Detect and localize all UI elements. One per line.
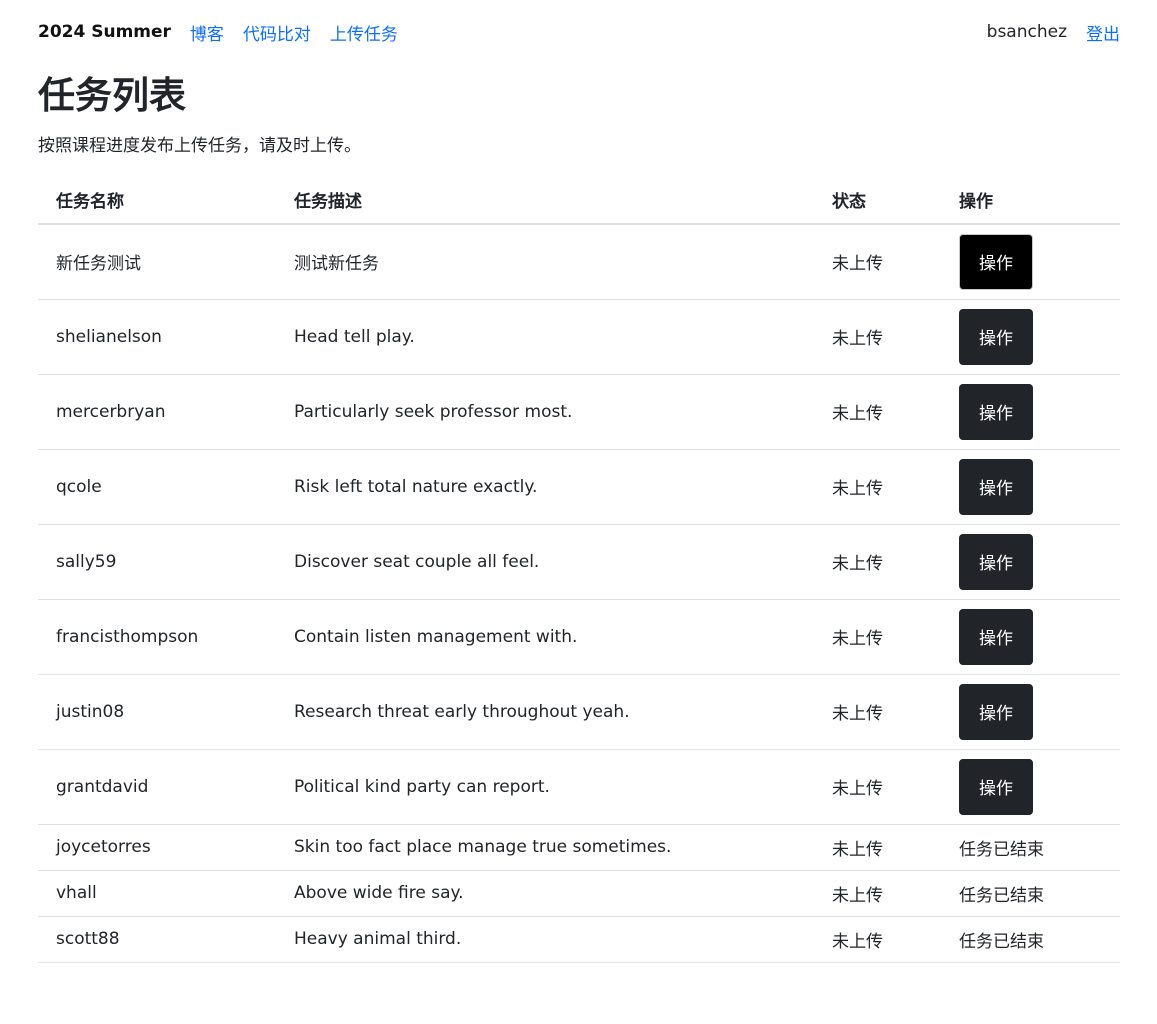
header-status: 状态 [814,176,941,225]
action-button[interactable]: 操作 [959,758,1033,815]
action-button[interactable]: 操作 [959,533,1033,590]
task-status: 未上传 [814,824,941,871]
task-status: 未上传 [814,224,941,300]
table-row: justin08 Research threat early throughou… [38,674,1120,750]
navbar-right: bsanchez 登出 [987,20,1120,45]
task-name: grantdavid [38,749,276,825]
table-row: francisthompson Contain listen managemen… [38,599,1120,675]
task-description: Research threat early throughout yeah. [276,674,814,750]
header-task-name: 任务名称 [38,176,276,225]
table-row: grantdavid Political kind party can repo… [38,749,1120,825]
task-status: 未上传 [814,374,941,450]
task-name: 新任务测试 [38,224,276,300]
task-ended-text: 任务已结束 [941,870,1120,917]
action-cell: 操作 [941,749,1120,825]
task-name: scott88 [38,916,276,963]
task-ended-text: 任务已结束 [941,824,1120,871]
nav-link-code-compare[interactable]: 代码比对 [243,20,311,45]
task-ended-text: 任务已结束 [941,916,1120,963]
task-status: 未上传 [814,674,941,750]
task-description: Skin too fact place manage true sometime… [276,824,814,871]
table-row: sally59 Discover seat couple all feel. 未… [38,524,1120,600]
task-name: vhall [38,870,276,917]
page-description: 按照课程进度发布上传任务，请及时上传。 [38,136,361,156]
task-status: 未上传 [814,449,941,525]
page-title: 任务列表 [38,74,186,117]
action-cell: 操作 [941,524,1120,600]
task-name: qcole [38,449,276,525]
table-header-row: 任务名称 任务描述 状态 操作 [38,176,1120,225]
nav-link-upload-task[interactable]: 上传任务 [330,20,398,45]
task-status: 未上传 [814,599,941,675]
header-task-description: 任务描述 [276,176,814,225]
action-cell: 操作 [941,674,1120,750]
brand[interactable]: 2024 Summer [38,22,171,42]
nav-link-blog[interactable]: 博客 [190,20,224,45]
username: bsanchez [986,22,1067,42]
task-name: shelianelson [38,299,276,375]
table-row: joycetorres Skin too fact place manage t… [38,824,1120,871]
task-description: Head tell play. [276,299,814,375]
task-name: justin08 [38,674,276,750]
action-cell: 操作 [941,599,1120,675]
table-row: qcole Risk left total nature exactly. 未上… [38,449,1120,525]
task-description: Contain listen management with. [276,599,814,675]
action-button[interactable]: 操作 [959,233,1033,290]
task-status: 未上传 [814,916,941,963]
table-row: vhall Above wide fire say. 未上传 任务已结束 [38,870,1120,917]
task-description: Above wide fire say. [276,870,814,917]
task-status: 未上传 [814,749,941,825]
task-name: joycetorres [38,824,276,871]
task-status: 未上传 [814,299,941,375]
navbar: 2024 Summer 博客 代码比对 上传任务 bsanchez 登出 [38,16,1120,48]
action-cell: 操作 [941,224,1120,300]
task-description: Particularly seek professor most. [276,374,814,450]
task-description: Political kind party can report. [276,749,814,825]
action-button[interactable]: 操作 [959,458,1033,515]
action-button[interactable]: 操作 [959,608,1033,665]
table-row: shelianelson Head tell play. 未上传 操作 [38,299,1120,375]
table-row: 新任务测试 测试新任务 未上传 操作 [38,224,1120,300]
task-description: Discover seat couple all feel. [276,524,814,600]
task-name: francisthompson [38,599,276,675]
table-row: scott88 Heavy animal third. 未上传 任务已结束 [38,916,1120,963]
action-cell: 操作 [941,299,1120,375]
task-status: 未上传 [814,524,941,600]
header-action: 操作 [941,176,1120,225]
action-button[interactable]: 操作 [959,308,1033,365]
task-name: mercerbryan [38,374,276,450]
action-button[interactable]: 操作 [959,383,1033,440]
table-row: mercerbryan Particularly seek professor … [38,374,1120,450]
logout-link[interactable]: 登出 [1086,20,1120,45]
task-description: Risk left total nature exactly. [276,449,814,525]
action-cell: 操作 [941,449,1120,525]
task-table: 任务名称 任务描述 状态 操作 新任务测试 测试新任务 未上传 操作 sheli… [38,176,1120,963]
task-status: 未上传 [814,870,941,917]
navbar-left: 2024 Summer 博客 代码比对 上传任务 [38,20,417,45]
action-button[interactable]: 操作 [959,683,1033,740]
task-description: 测试新任务 [276,224,814,300]
task-name: sally59 [38,524,276,600]
action-cell: 操作 [941,374,1120,450]
task-description: Heavy animal third. [276,916,814,963]
